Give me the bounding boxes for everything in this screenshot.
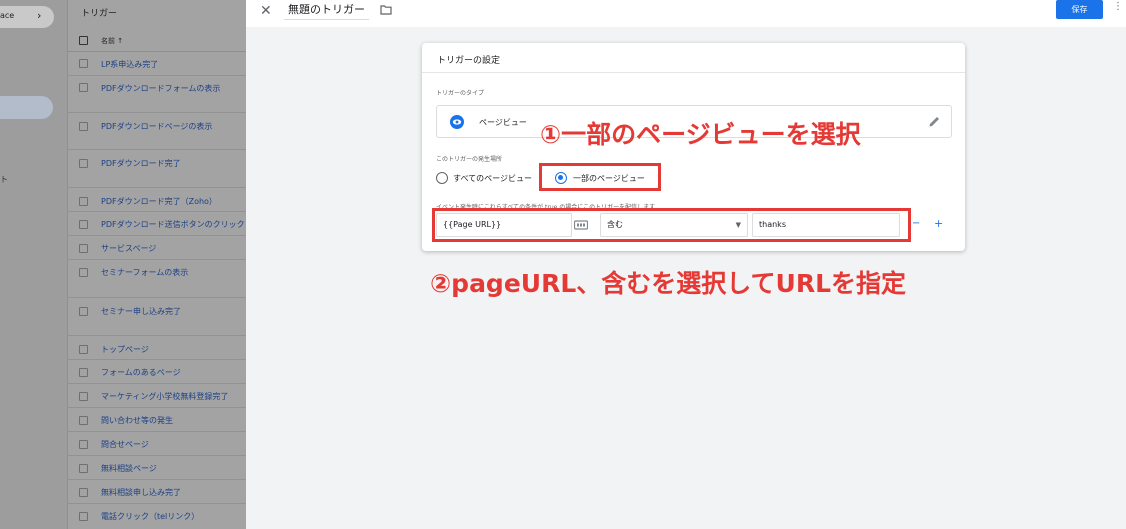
list-item-label[interactable]: 無料相談申し込み完了 bbox=[101, 487, 246, 498]
list-item[interactable]: フォームのあるページ bbox=[67, 360, 246, 384]
select-all-checkbox[interactable] bbox=[79, 36, 88, 45]
row-checkbox[interactable] bbox=[79, 220, 88, 229]
list-item[interactable]: セミナーフォームの表示 bbox=[67, 260, 246, 298]
list-item-label[interactable]: トップページ bbox=[101, 344, 246, 355]
list-item-label[interactable]: セミナー申し込み完了 bbox=[101, 306, 246, 317]
list-item-label[interactable]: PDFダウンロード完了（Zoho） bbox=[101, 196, 246, 207]
trigger-type-label: トリガーのタイプ bbox=[436, 90, 485, 97]
radio-all-pageviews[interactable] bbox=[436, 172, 448, 184]
card-title: トリガーの設定 bbox=[437, 56, 501, 66]
list-item-label[interactable]: フォームのあるページ bbox=[101, 367, 246, 378]
list-item-label[interactable]: 問い合わせ等の発生 bbox=[101, 415, 246, 426]
list-item[interactable]: PDFダウンロードページの表示 bbox=[67, 113, 246, 150]
list-item-label[interactable]: 電話クリック（telリンク） bbox=[101, 511, 246, 522]
row-checkbox[interactable] bbox=[79, 159, 88, 168]
list-item-label[interactable]: マーケティング小学校無料登録完了 bbox=[101, 391, 246, 402]
row-checkbox[interactable] bbox=[79, 268, 88, 277]
list-item[interactable]: トップページ bbox=[67, 336, 246, 360]
trigger-list-header: 名前 ↑ bbox=[67, 30, 246, 52]
list-item-label[interactable]: 無料相談ページ bbox=[101, 463, 246, 474]
list-item[interactable]: PDFダウンロード完了 bbox=[67, 150, 246, 188]
card-divider bbox=[422, 72, 965, 73]
annotation-step-1: ①一部のページビューを選択 bbox=[540, 120, 861, 149]
list-item-label[interactable]: PDFダウンロード送信ボタンのクリック bbox=[101, 219, 246, 230]
row-checkbox[interactable] bbox=[79, 368, 88, 377]
row-checkbox[interactable] bbox=[79, 83, 88, 92]
list-item[interactable]: マーケティング小学校無料登録完了 bbox=[67, 384, 246, 408]
list-item[interactable]: PDFダウンロード送信ボタンのクリック bbox=[67, 212, 246, 236]
row-checkbox[interactable] bbox=[79, 416, 88, 425]
row-checkbox[interactable] bbox=[79, 59, 88, 68]
fire-location-label: このトリガーの発生場所 bbox=[436, 156, 503, 163]
nav-item-label: ト bbox=[0, 175, 8, 184]
list-item[interactable]: LP系申込み完了 bbox=[67, 52, 246, 76]
trigger-type-name: ページビュー bbox=[479, 118, 527, 127]
list-item-label[interactable]: PDFダウンロード完了 bbox=[101, 158, 246, 169]
list-item[interactable]: PDFダウンロード完了（Zoho） bbox=[67, 188, 246, 212]
remove-condition-button[interactable]: − bbox=[912, 218, 920, 229]
trigger-list-title: トリガー bbox=[81, 9, 118, 19]
save-button[interactable]: 保存 bbox=[1056, 0, 1103, 19]
list-item[interactable]: 電話クリック（telリンク） bbox=[67, 504, 246, 529]
row-checkbox[interactable] bbox=[79, 345, 88, 354]
row-checkbox[interactable] bbox=[79, 440, 88, 449]
editor-topbar: ✕ 無題のトリガー 保存 ⋮ bbox=[246, 0, 1126, 27]
trigger-name-field[interactable]: 無題のトリガー bbox=[284, 1, 369, 20]
row-checkbox[interactable] bbox=[79, 392, 88, 401]
eye-icon bbox=[450, 115, 464, 129]
row-checkbox[interactable] bbox=[79, 122, 88, 131]
pencil-icon[interactable] bbox=[928, 115, 941, 128]
list-item-label[interactable]: セミナーフォームの表示 bbox=[101, 267, 246, 278]
list-item[interactable]: 無料相談申し込み完了 bbox=[67, 480, 246, 504]
radio-all-pageviews-label[interactable]: すべてのページビュー bbox=[453, 173, 532, 184]
chevron-right-icon: › bbox=[37, 9, 42, 22]
list-item[interactable]: 問い合わせ等の発生 bbox=[67, 408, 246, 432]
workspace-label: ace bbox=[0, 11, 15, 20]
add-condition-button[interactable]: + bbox=[934, 217, 943, 230]
row-checkbox[interactable] bbox=[79, 244, 88, 253]
list-item[interactable]: 無料相談ページ bbox=[67, 456, 246, 480]
list-item[interactable]: セミナー申し込み完了 bbox=[67, 298, 246, 336]
highlight-some-pageviews bbox=[539, 163, 661, 191]
more-vert-icon[interactable]: ⋮ bbox=[1113, 1, 1123, 12]
row-checkbox[interactable] bbox=[79, 307, 88, 316]
row-checkbox[interactable] bbox=[79, 512, 88, 521]
annotation-step-2: ②pageURL、含むを選択してURLを指定 bbox=[430, 269, 906, 298]
row-checkbox[interactable] bbox=[79, 488, 88, 497]
folder-icon[interactable] bbox=[380, 5, 392, 15]
list-item[interactable]: PDFダウンロードフォームの表示 bbox=[67, 76, 246, 113]
nav-item-active[interactable] bbox=[0, 96, 53, 119]
list-item[interactable]: サービスページ bbox=[67, 236, 246, 260]
list-item-label[interactable]: 問合せページ bbox=[101, 439, 246, 450]
name-column-header[interactable]: 名前 ↑ bbox=[101, 36, 123, 46]
row-checkbox[interactable] bbox=[79, 464, 88, 473]
list-item-label[interactable]: PDFダウンロードページの表示 bbox=[101, 121, 246, 132]
left-nav: ace › ト bbox=[0, 0, 67, 529]
list-item-label[interactable]: PDFダウンロードフォームの表示 bbox=[101, 83, 246, 94]
row-checkbox[interactable] bbox=[79, 197, 88, 206]
close-icon[interactable]: ✕ bbox=[260, 3, 272, 19]
list-item[interactable]: 問合せページ bbox=[67, 432, 246, 456]
list-item-label[interactable]: LP系申込み完了 bbox=[101, 59, 246, 70]
highlight-condition-row bbox=[432, 208, 911, 242]
list-item-label[interactable]: サービスページ bbox=[101, 243, 246, 254]
